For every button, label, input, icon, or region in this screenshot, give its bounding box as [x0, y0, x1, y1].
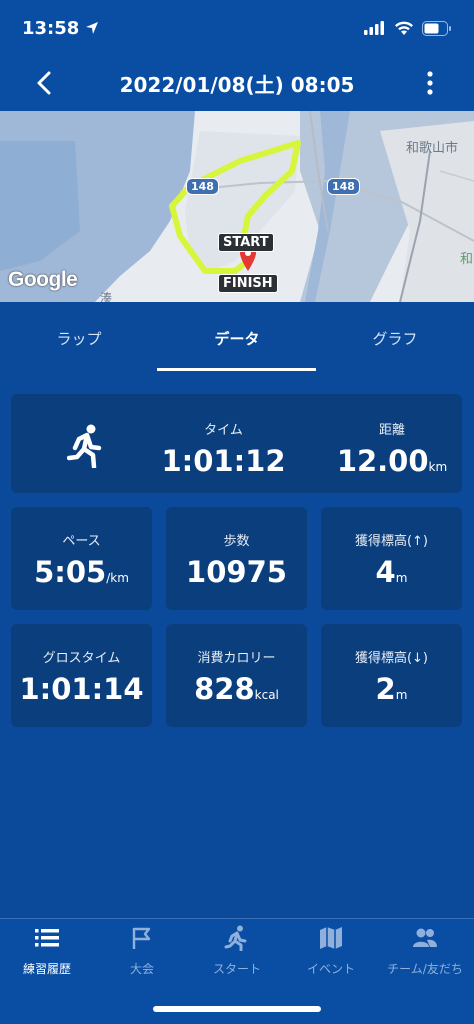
tab-graph[interactable]: グラフ	[316, 302, 474, 374]
distance-value: 12.00	[336, 444, 429, 478]
nav-item-team[interactable]: チーム/友だち	[378, 925, 472, 977]
distance-unit: km	[428, 460, 448, 474]
nav-label: イベント	[306, 962, 355, 976]
elevation-loss-label: 獲得標高(↓)	[354, 651, 429, 666]
pace-stat: ペース 5:05/km	[11, 530, 152, 589]
flag-icon	[132, 927, 151, 949]
google-logo: Google	[8, 268, 78, 291]
steps-value: 10975	[186, 555, 287, 589]
distance-label: 距離	[378, 423, 405, 438]
nav-label: 練習履歴	[22, 962, 71, 976]
start-label: START	[218, 233, 274, 252]
finish-label: FINISH	[218, 274, 278, 293]
road-number: 148	[186, 178, 219, 195]
status-time: 13:58	[22, 17, 80, 39]
steps-card: 歩数 10975	[166, 507, 307, 610]
pace-label: ペース	[62, 534, 101, 549]
gross-time-value: 1:01:14	[19, 672, 144, 706]
nav-label: 大会	[129, 962, 154, 976]
tab-data[interactable]: データ	[158, 302, 316, 374]
wifi-icon	[395, 21, 413, 35]
tab-laps[interactable]: ラップ	[0, 302, 158, 374]
list-icon	[35, 929, 59, 947]
steps-stat: 歩数 10975	[166, 530, 307, 589]
time-label: タイム	[204, 423, 243, 438]
gross-time-stat: グロスタイム 1:01:14	[11, 647, 152, 706]
elevation-loss-card: 獲得標高(↓) 2m	[321, 624, 462, 727]
people-icon	[413, 928, 437, 947]
calories-unit: kcal	[254, 688, 279, 702]
tab-bar: ラップ データ グラフ	[0, 302, 474, 374]
pace-card: ペース 5:05/km	[11, 507, 152, 610]
road-number: 148	[327, 178, 360, 195]
elevation-loss-unit: m	[395, 688, 408, 702]
elevation-gain-card: 獲得標高(↑) 4m	[321, 507, 462, 610]
city-label: 和歌山市	[406, 141, 459, 156]
active-tab-indicator	[157, 368, 316, 371]
chevron-left-icon[interactable]	[30, 68, 60, 98]
pace-value: 5:05	[34, 555, 107, 589]
running-icon	[67, 424, 102, 468]
elevation-loss-stat: 獲得標高(↓) 2m	[321, 647, 462, 706]
more-vertical-icon[interactable]	[422, 68, 438, 98]
home-indicator[interactable]	[153, 1006, 321, 1012]
area-label: 湊	[100, 291, 113, 302]
status-icons	[364, 20, 452, 36]
distance-stat: 距離 12.00km	[327, 419, 457, 478]
time-value: 1:01:12	[161, 444, 286, 478]
elevation-gain-unit: m	[395, 571, 408, 585]
elevation-loss-value: 2	[375, 672, 396, 706]
nav-item-start[interactable]: スタート	[190, 925, 284, 977]
calories-value: 828	[194, 672, 255, 706]
status-bar: 13:58	[0, 0, 474, 56]
app-header: 2022/01/08(土) 08:05	[0, 56, 474, 111]
pace-unit: /km	[106, 571, 129, 585]
nav-label: チーム/友だち	[387, 962, 463, 976]
elevation-gain-value: 4	[375, 555, 396, 589]
nav-item-events[interactable]: イベント	[284, 925, 378, 977]
calories-stat: 消費カロリー 828kcal	[166, 647, 307, 706]
calories-card: 消費カロリー 828kcal	[166, 624, 307, 727]
route-map[interactable]: 148 148 和歌山市 和 湊 START FINISH Google	[0, 111, 474, 302]
map-icon	[320, 927, 342, 949]
nav-label: スタート	[212, 962, 261, 976]
page-title: 2022/01/08(土) 08:05	[119, 73, 355, 97]
steps-label: 歩数	[223, 534, 250, 549]
signal-icon	[364, 21, 384, 35]
elevation-gain-stat: 獲得標高(↑) 4m	[321, 530, 462, 589]
summary-card: タイム 1:01:12 距離 12.00km	[11, 394, 462, 493]
battery-icon	[422, 20, 451, 36]
calories-label: 消費カロリー	[197, 651, 276, 666]
elevation-gain-label: 獲得標高(↑)	[354, 534, 429, 549]
city-label: 和	[460, 252, 474, 267]
running-icon	[224, 925, 247, 951]
gross-time-card: グロスタイム 1:01:14	[11, 624, 152, 727]
time-stat: タイム 1:01:12	[161, 419, 286, 478]
gross-time-label: グロスタイム	[42, 651, 121, 666]
location-arrow-icon	[86, 22, 99, 34]
nav-item-races[interactable]: 大会	[95, 925, 189, 977]
nav-item-history[interactable]: 練習履歴	[0, 925, 94, 977]
